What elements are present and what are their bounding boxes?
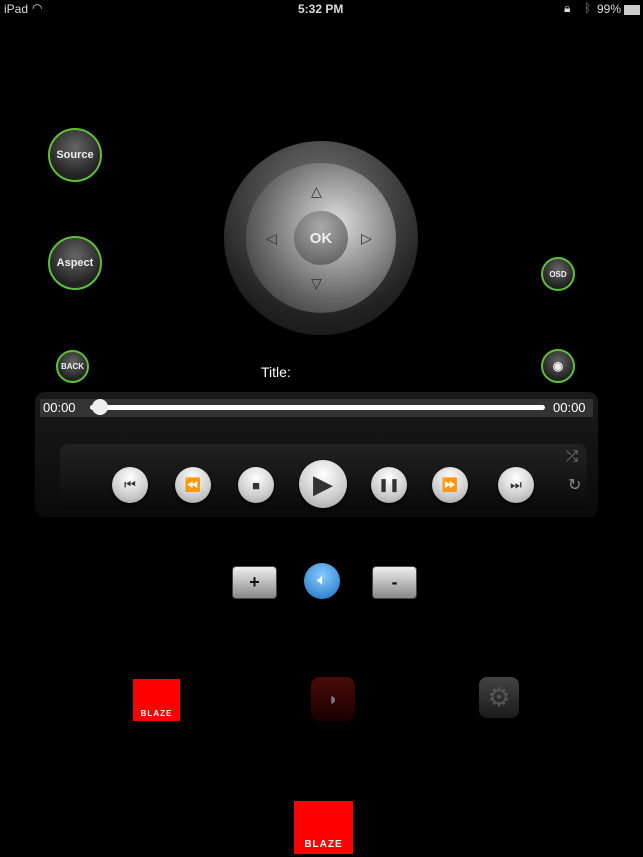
- volume-up-button[interactable]: +: [232, 566, 277, 599]
- source-button[interactable]: Source: [48, 128, 102, 182]
- volume-down-button[interactable]: -: [372, 566, 417, 599]
- wifi-icon: ◠: [32, 1, 43, 15]
- progress-row: 00:00 00:00: [40, 399, 593, 417]
- clock: 5:32 PM: [298, 2, 344, 16]
- eye-icon: ◉: [552, 359, 564, 373]
- shuffle-icon[interactable]: ⤮: [566, 448, 578, 465]
- bluray-app-icon[interactable]: ◗: [311, 677, 355, 721]
- dpad: △ ▽ ◁ ▷ OK: [224, 141, 418, 335]
- skip-back-icon: ⏮: [124, 477, 136, 492]
- pause-icon: ❚❚: [378, 477, 400, 492]
- repeat-icon[interactable]: ↻: [568, 475, 581, 495]
- skip-forward-icon: ⏭: [510, 477, 522, 492]
- aspect-button[interactable]: Aspect: [48, 236, 102, 290]
- progress-thumb[interactable]: [92, 399, 108, 415]
- stop-button[interactable]: ■: [238, 467, 274, 503]
- dpad-right[interactable]: ▷: [361, 230, 372, 247]
- stop-icon: ■: [252, 477, 260, 493]
- osd-button[interactable]: OSD: [541, 257, 575, 291]
- battery-percent: 99%: [597, 2, 622, 16]
- rewind-button[interactable]: ⏪: [175, 467, 211, 503]
- mute-button[interactable]: 🔈︎: [304, 563, 340, 599]
- ok-button[interactable]: OK: [294, 211, 348, 265]
- device-name: iPad: [4, 2, 29, 16]
- dpad-up[interactable]: △: [311, 183, 322, 200]
- total-time: 00:00: [553, 400, 586, 415]
- fast-forward-button[interactable]: ⏩: [432, 467, 468, 503]
- bluetooth-icon: ᛒ: [584, 1, 592, 15]
- dpad-left[interactable]: ◁: [266, 230, 277, 247]
- bluray-icon: ◗: [327, 688, 339, 709]
- elapsed-time: 00:00: [43, 400, 76, 415]
- settings-app-icon[interactable]: ⚙: [479, 677, 519, 718]
- pause-button[interactable]: ❚❚: [371, 467, 407, 503]
- play-button[interactable]: ▶: [299, 460, 347, 508]
- skip-forward-button[interactable]: ⏭: [498, 467, 534, 503]
- rewind-icon: ⏪: [184, 477, 202, 492]
- blaze-app-icon[interactable]: BLAZE: [133, 679, 180, 721]
- speaker-icon: 🔈︎: [317, 572, 327, 589]
- battery-icon: [624, 5, 640, 15]
- orientation-lock-icon: 🔒︎: [564, 1, 571, 15]
- play-icon: ▶: [313, 468, 333, 499]
- progress-slider[interactable]: [90, 405, 545, 410]
- blaze-main-logo[interactable]: BLAZE: [294, 801, 353, 854]
- fast-forward-icon: ⏩: [441, 477, 459, 492]
- dpad-down[interactable]: ▽: [311, 275, 322, 292]
- status-bar: iPad ◠ 5:32 PM 🔒︎ ᛒ 99%: [0, 0, 643, 20]
- back-button[interactable]: BACK: [56, 350, 89, 383]
- eye-button[interactable]: ◉: [541, 349, 575, 383]
- gear-icon: ⚙: [487, 682, 511, 712]
- skip-back-button[interactable]: ⏮: [112, 467, 148, 503]
- title-label: Title:: [261, 364, 291, 380]
